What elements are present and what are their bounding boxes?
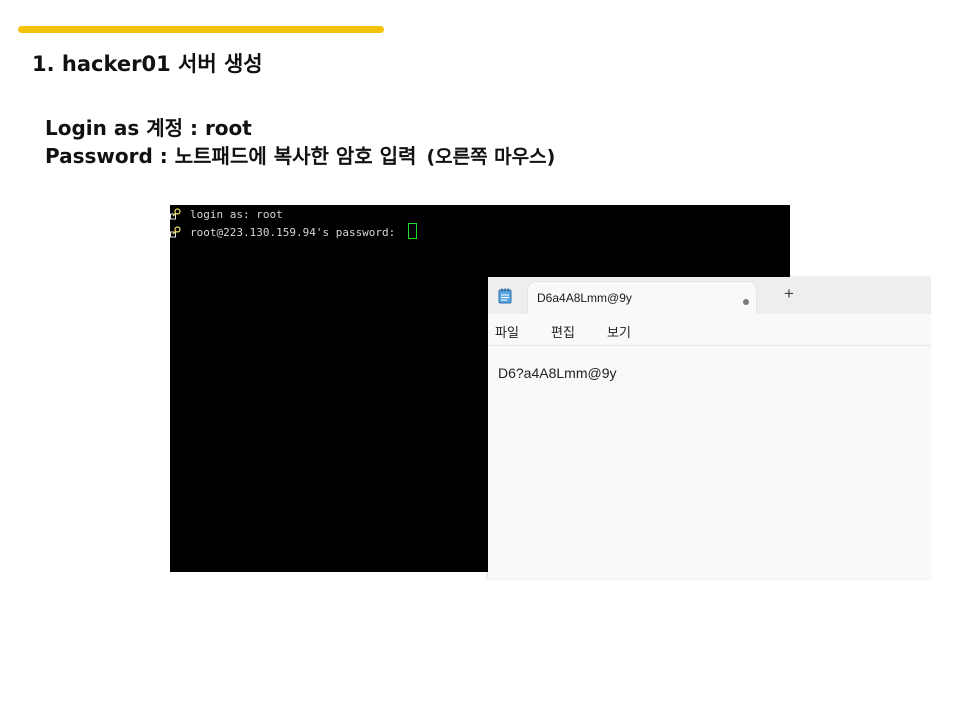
menu-view[interactable]: 보기 (607, 322, 631, 341)
key-icon (170, 208, 182, 220)
terminal-line-text: root@223.130.159.94's password: (190, 226, 402, 239)
login-instruction: Login as 계정 : root (45, 114, 252, 142)
notepad-icon (498, 288, 512, 304)
unsaved-dot-icon[interactable] (743, 299, 749, 305)
password-note: (오른쪽 마우스) (426, 146, 556, 168)
terminal-cursor (407, 223, 417, 239)
new-tab-button[interactable]: + (781, 285, 797, 302)
notepad-editor[interactable]: D6?a4A8Lmm@9y (488, 346, 931, 579)
menu-file[interactable]: 파일 (495, 322, 519, 341)
password-instruction: Password : 노트패드에 복사한 암호 입력 (오른쪽 마우스) (45, 142, 555, 171)
slide-title: 1. hacker01 서버 생성 (32, 52, 263, 76)
terminal-line-login: login as: root (170, 207, 283, 223)
menu-edit[interactable]: 편집 (551, 322, 575, 341)
password-instruction-text: Password : 노트패드에 복사한 암호 입력 (45, 144, 417, 168)
notepad-tab-title: D6a4A8Lmm@9y (537, 291, 632, 305)
notepad-menubar: 파일 편집 보기 (488, 314, 931, 346)
terminal-line-password: root@223.130.159.94's password: (170, 223, 417, 239)
notepad-content[interactable]: D6?a4A8Lmm@9y (498, 365, 617, 381)
notepad-window: D6a4A8Lmm@9y + 파일 편집 보기 D6?a4A8Lmm@9y (488, 277, 931, 579)
notepad-titlebar[interactable]: D6a4A8Lmm@9y + (488, 277, 931, 314)
accent-bar (18, 26, 384, 33)
notepad-tab[interactable]: D6a4A8Lmm@9y (528, 282, 756, 314)
terminal-line-text: login as: root (190, 208, 283, 221)
key-icon (170, 226, 182, 238)
login-instruction-text: Login as 계정 : root (45, 116, 252, 140)
